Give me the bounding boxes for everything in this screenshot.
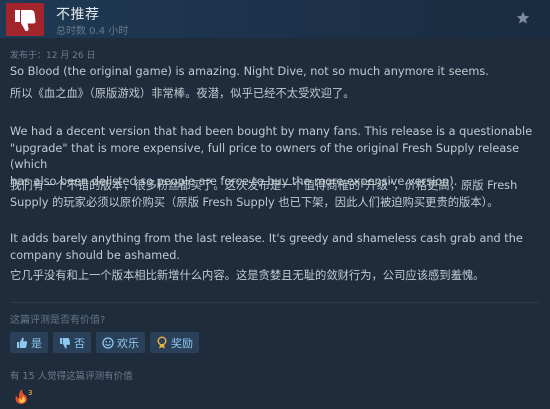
helpful-count: 有 15 人觉得这篇评测有价值 bbox=[10, 371, 133, 382]
review-line: "upgrade" that is more expensive, full p… bbox=[10, 141, 520, 172]
vote-yes-label: 是 bbox=[31, 336, 42, 350]
review-line: We had a decent version that had been bo… bbox=[10, 125, 533, 138]
review-paragraph-4: 我们有一个不错的版本，很多粉丝都买了。这次发布是一个值得商榷的"升级"，价格更高… bbox=[10, 178, 542, 211]
vote-no-label: 否 bbox=[74, 336, 85, 350]
vote-buttons: 是 否 欢乐 奖励 bbox=[10, 332, 199, 353]
svg-text:3: 3 bbox=[28, 389, 32, 397]
review-paragraph-5: It adds barely anything from the last re… bbox=[10, 231, 542, 264]
review-header: 不推荐 总时数 0.4 小时 bbox=[0, 0, 550, 38]
helpful-question: 这篇评测是否有价值? bbox=[10, 315, 106, 326]
not-recommended-badge bbox=[6, 3, 44, 36]
thumbs-up-icon bbox=[15, 336, 28, 349]
star-icon[interactable] bbox=[516, 11, 530, 25]
review-paragraph-6: 它几乎没有和上一个版本相比新增什么内容。这是贪婪且无耻的敛财行为，公司应该感到羞… bbox=[10, 269, 485, 282]
review-card: 不推荐 总时数 0.4 小时 发布于：12 月 26 日 So Blood (t… bbox=[0, 0, 550, 409]
review-paragraph-1: So Blood (the original game) is amazing.… bbox=[10, 65, 489, 78]
vote-yes-button[interactable]: 是 bbox=[10, 332, 48, 353]
thumbs-down-icon bbox=[15, 10, 36, 31]
review-line: 我们有一个不错的版本，很多粉丝都买了。这次发布是一个值得商榷的"升级"，价格更高… bbox=[10, 179, 518, 192]
award-button[interactable]: 奖励 bbox=[150, 332, 199, 353]
award-fire-icon[interactable]: 3 bbox=[12, 387, 34, 405]
thumbs-down-icon bbox=[58, 336, 71, 349]
review-line: company should be ashamed. bbox=[10, 248, 180, 262]
posted-date: 发布于：12 月 26 日 bbox=[10, 51, 96, 61]
vote-funny-button[interactable]: 欢乐 bbox=[96, 332, 145, 353]
rating-label: 不推荐 bbox=[56, 7, 100, 23]
playtime-hours: 总时数 0.4 小时 bbox=[56, 26, 129, 37]
smiley-icon bbox=[101, 336, 114, 349]
award-label: 奖励 bbox=[171, 336, 193, 350]
review-line: It adds barely anything from the last re… bbox=[10, 232, 523, 245]
award-medal-icon bbox=[155, 336, 168, 349]
review-line: Supply 的玩家必须以原价购买（原版 Fresh Supply 也已下架，因… bbox=[10, 195, 499, 209]
divider bbox=[10, 302, 540, 303]
vote-funny-label: 欢乐 bbox=[117, 336, 139, 350]
vote-no-button[interactable]: 否 bbox=[53, 332, 91, 353]
review-paragraph-2: 所以《血之血》（原版游戏）非常棒。夜潜，似乎已经不太受欢迎了。 bbox=[10, 87, 355, 100]
